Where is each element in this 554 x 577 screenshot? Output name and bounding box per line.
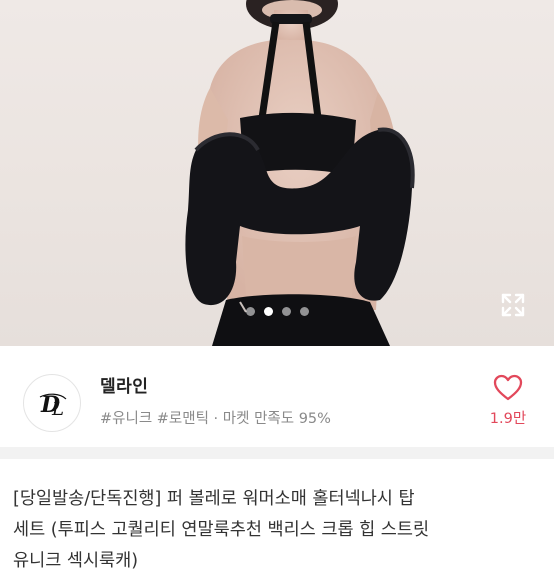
product-photo bbox=[185, 0, 415, 346]
product-title-line: [당일발송/단독진행] 퍼 볼레로 워머소매 홀터넥나시 탑 bbox=[13, 489, 415, 509]
like-count: 1.9만 bbox=[489, 411, 527, 427]
svg-text:L: L bbox=[51, 399, 64, 420]
product-title-line: 유니크 섹시룩캐) bbox=[13, 551, 139, 571]
carousel-pagination bbox=[0, 305, 554, 317]
carousel-dot[interactable] bbox=[245, 306, 255, 316]
store-info-bar bbox=[0, 346, 554, 446]
carousel-dot-active[interactable] bbox=[263, 306, 273, 316]
dl-logo: D L bbox=[39, 392, 67, 420]
store-logo-avatar[interactable]: D L bbox=[23, 374, 81, 432]
product-title: [당일발송/단독진행] 퍼 볼레로 워머소매 홀터넥나시 탑 세트 (투피스 고… bbox=[13, 484, 553, 577]
product-title-line: 세트 (투피스 고퀄리티 연말룩추천 백리스 크롭 힙 스트릿 bbox=[13, 520, 430, 540]
section-divider bbox=[0, 447, 554, 459]
store-tags: #유니크 #로맨틱 · 마켓 만족도 95% bbox=[100, 411, 331, 427]
product-photo-carousel[interactable] bbox=[0, 0, 554, 346]
expand-arrows-icon[interactable] bbox=[499, 291, 527, 319]
carousel-dot[interactable] bbox=[281, 306, 291, 316]
heart-outline-icon[interactable] bbox=[493, 374, 523, 402]
store-name[interactable]: 델라인 bbox=[100, 372, 148, 397]
carousel-dot[interactable] bbox=[299, 306, 309, 316]
